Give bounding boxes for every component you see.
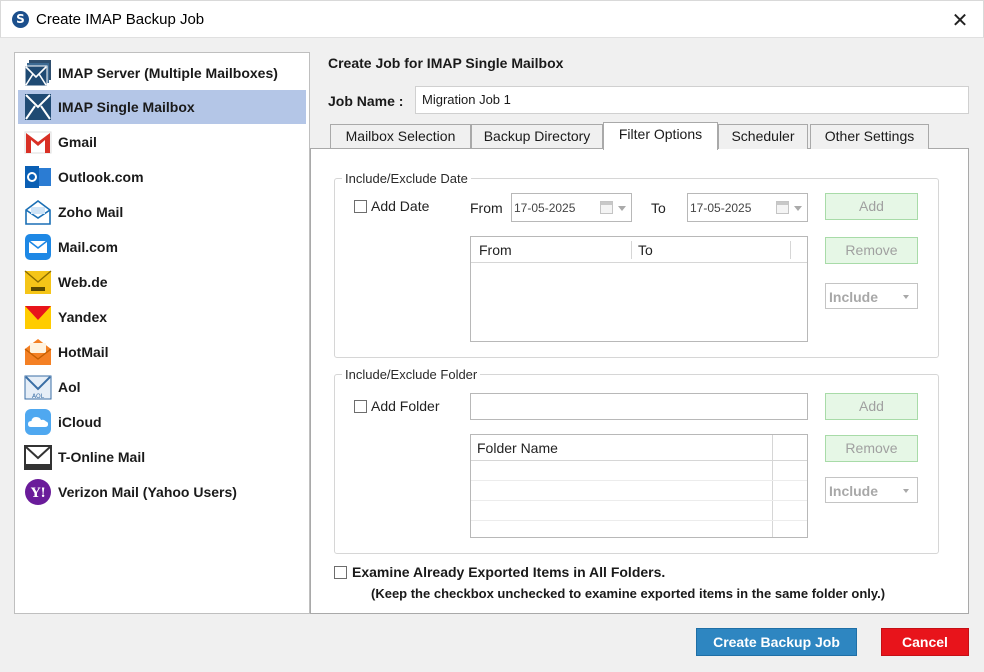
sidebar-item-aol[interactable]: AOL Aol — [18, 370, 306, 404]
to-date-value: 17-05-2025 — [690, 201, 752, 215]
from-date-picker[interactable]: 17-05-2025 — [511, 193, 632, 222]
verizon-icon: Y! — [25, 479, 51, 505]
zoho-mail-icon — [25, 200, 51, 225]
sidebar-item-label: Zoho Mail — [58, 204, 124, 220]
table-row — [471, 520, 807, 521]
add-date-button[interactable]: Add — [825, 193, 918, 220]
create-backup-job-button[interactable]: Create Backup Job — [696, 628, 857, 656]
add-folder-checkbox[interactable] — [354, 400, 367, 413]
chevron-down-icon — [903, 489, 909, 493]
column-header-from: From — [479, 242, 512, 258]
sidebar-item-label: Yandex — [58, 309, 108, 325]
svg-text:Y!: Y! — [30, 486, 46, 501]
add-folder-button[interactable]: Add — [825, 393, 918, 420]
add-date-label: Add Date — [371, 198, 430, 214]
folder-mode-select[interactable]: Include — [825, 477, 918, 503]
job-name-input[interactable]: Migration Job 1 — [415, 86, 969, 114]
examine-exported-note: (Keep the checkbox unchecked to examine … — [371, 586, 886, 601]
add-date-checkbox[interactable] — [354, 200, 367, 213]
sidebar-item-label: Aol — [58, 379, 81, 395]
job-name-label: Job Name : — [328, 93, 404, 109]
table-row — [471, 500, 807, 501]
column-divider — [631, 241, 632, 259]
add-folder-label: Add Folder — [371, 398, 440, 414]
folder-mode-value: Include — [829, 483, 879, 499]
sidebar-item-label: iCloud — [58, 414, 102, 430]
sidebar-item-label: Gmail — [58, 134, 97, 150]
date-mode-select[interactable]: Include — [825, 283, 918, 309]
sidebar-item-label: Web.de — [58, 274, 108, 290]
yandex-icon — [25, 306, 51, 329]
column-header-folder-name: Folder Name — [477, 440, 558, 456]
cancel-button[interactable]: Cancel — [881, 628, 969, 656]
from-date-label: From — [470, 200, 503, 216]
window-title: Create IMAP Backup Job — [36, 11, 205, 28]
column-divider — [772, 435, 773, 537]
chevron-down-icon — [618, 206, 626, 211]
mail-source-list: IMAP Server (Multiple Mailboxes) IMAP Si… — [14, 52, 310, 614]
gmail-icon — [24, 131, 52, 154]
icloud-icon — [25, 409, 51, 435]
chevron-down-icon — [903, 295, 909, 299]
outlook-icon — [25, 166, 51, 188]
chevron-down-icon — [794, 206, 802, 211]
imap-server-icon — [24, 60, 51, 87]
page-title: Create Job for IMAP Single Mailbox — [328, 55, 564, 71]
close-icon[interactable]: ✕ — [943, 5, 977, 35]
to-date-picker[interactable]: 17-05-2025 — [687, 193, 808, 222]
to-date-label: To — [651, 200, 666, 216]
app-logo-icon: S — [12, 11, 29, 28]
sidebar-item-gmail[interactable]: Gmail — [18, 125, 306, 159]
tab-other-settings[interactable]: Other Settings — [810, 124, 929, 149]
sidebar-item-verizon[interactable]: Y! Verizon Mail (Yahoo Users) — [18, 475, 306, 509]
sidebar-item-mail-com[interactable]: Mail.com — [18, 230, 306, 264]
table-header: Folder Name — [471, 435, 807, 461]
sidebar-item-outlook[interactable]: Outlook.com — [18, 160, 306, 194]
date-range-table[interactable]: From To — [470, 236, 808, 342]
tab-backup-directory[interactable]: Backup Directory — [471, 124, 603, 149]
calendar-icon — [776, 201, 789, 214]
sidebar-item-label: Mail.com — [58, 239, 118, 255]
sidebar-item-label: HotMail — [58, 344, 109, 360]
date-filter-title: Include/Exclude Date — [342, 171, 471, 186]
tab-filter-options[interactable]: Filter Options — [603, 122, 718, 150]
imap-single-icon — [25, 94, 51, 120]
from-date-value: 17-05-2025 — [514, 201, 576, 215]
folder-table[interactable]: Folder Name — [470, 434, 808, 538]
remove-date-button[interactable]: Remove — [825, 237, 918, 264]
sidebar-item-label: Outlook.com — [58, 169, 144, 185]
sidebar-item-icloud[interactable]: iCloud — [18, 405, 306, 439]
calendar-icon — [600, 201, 613, 214]
sidebar-item-hotmail[interactable]: HotMail — [18, 335, 306, 369]
title-bar: S Create IMAP Backup Job ✕ — [0, 0, 984, 38]
table-row — [471, 480, 807, 481]
examine-exported-checkbox[interactable] — [334, 566, 347, 579]
t-online-icon — [24, 445, 52, 470]
web-de-icon — [24, 270, 52, 294]
aol-icon: AOL — [24, 375, 52, 400]
sidebar-item-label: T-Online Mail — [58, 449, 146, 465]
mail-com-icon — [25, 234, 51, 260]
date-mode-value: Include — [829, 289, 879, 305]
svg-text:AOL: AOL — [32, 393, 45, 400]
hotmail-icon — [24, 339, 52, 365]
sidebar-item-label: IMAP Server (Multiple Mailboxes) — [58, 65, 278, 81]
sidebar-item-label: Verizon Mail (Yahoo Users) — [58, 484, 237, 500]
column-divider — [790, 241, 791, 259]
sidebar-item-yandex[interactable]: Yandex — [18, 300, 306, 334]
table-header: From To — [471, 237, 807, 263]
sidebar-item-t-online[interactable]: T-Online Mail — [18, 440, 306, 474]
column-header-to: To — [638, 242, 653, 258]
tab-mailbox-selection[interactable]: Mailbox Selection — [330, 124, 471, 149]
sidebar-item-zoho[interactable]: Zoho Mail — [18, 195, 306, 229]
examine-exported-label: Examine Already Exported Items in All Fo… — [352, 564, 666, 580]
tab-scheduler[interactable]: Scheduler — [718, 124, 808, 149]
folder-name-input[interactable] — [470, 393, 808, 420]
sidebar-item-label: IMAP Single Mailbox — [58, 99, 195, 115]
remove-folder-button[interactable]: Remove — [825, 435, 918, 462]
sidebar-item-imap-single[interactable]: IMAP Single Mailbox — [18, 90, 306, 124]
sidebar-item-web-de[interactable]: Web.de — [18, 265, 306, 299]
folder-filter-title: Include/Exclude Folder — [342, 367, 481, 382]
sidebar-item-imap-server[interactable]: IMAP Server (Multiple Mailboxes) — [18, 56, 306, 90]
